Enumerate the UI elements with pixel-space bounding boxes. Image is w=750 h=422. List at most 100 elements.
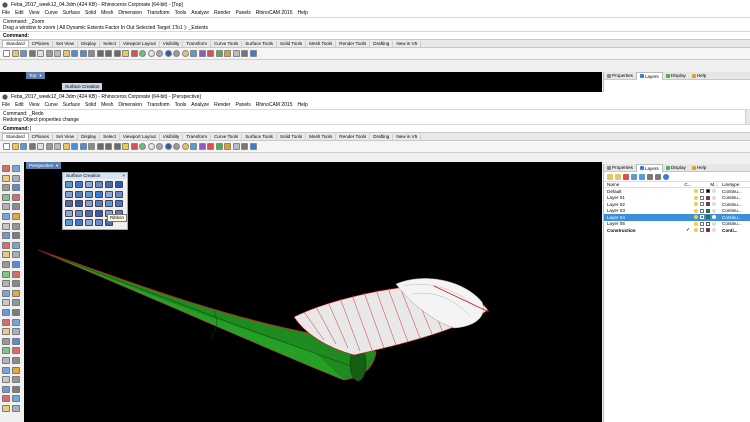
- properties-icon[interactable]: [190, 143, 197, 150]
- zoom-extents-icon[interactable]: [105, 143, 112, 150]
- tab-drafting[interactable]: Drafting: [370, 134, 394, 140]
- layer-linetype[interactable]: Conti...: [722, 228, 746, 233]
- command-prompt[interactable]: Command: |: [0, 125, 750, 133]
- palette-tool-icon[interactable]: [2, 261, 10, 268]
- tab-render-tools[interactable]: Render Tools: [336, 41, 371, 47]
- menu-edit[interactable]: Edit: [15, 102, 24, 108]
- rhino-app-icon[interactable]: [2, 1, 8, 8]
- menu-help[interactable]: Help: [297, 102, 307, 108]
- layer-row[interactable]: Layer 03 Continu...: [604, 208, 750, 215]
- menu-surface[interactable]: Surface: [63, 10, 80, 16]
- light-bulb-icon[interactable]: [694, 202, 698, 207]
- palette-tool-icon[interactable]: [2, 241, 10, 249]
- menu-rhinocam[interactable]: RhinoCAM 2015: [256, 10, 293, 16]
- shade-icon[interactable]: [139, 143, 146, 150]
- palette-tool-icon[interactable]: [12, 261, 20, 268]
- tab-curve-tools[interactable]: Curve Tools: [211, 41, 243, 47]
- palette-tool-icon[interactable]: [12, 376, 20, 384]
- new-layer-icon[interactable]: [607, 173, 613, 180]
- lock-icon[interactable]: [700, 208, 704, 213]
- cut-icon[interactable]: [37, 50, 44, 57]
- surface-tool-icon[interactable]: [85, 209, 93, 217]
- light-bulb-icon[interactable]: [694, 215, 698, 220]
- light-bulb-icon[interactable]: [694, 228, 698, 233]
- surface-tool-icon[interactable]: [75, 190, 83, 198]
- palette-tool-icon[interactable]: [12, 347, 20, 355]
- menu-render[interactable]: Render: [214, 102, 230, 108]
- lock-icon[interactable]: [700, 189, 704, 194]
- surface-tool-icon[interactable]: [105, 190, 113, 198]
- tab-display-panel[interactable]: Display: [663, 164, 689, 171]
- menu-mesh[interactable]: Mesh: [101, 10, 113, 16]
- palette-tool-icon[interactable]: [2, 318, 10, 326]
- menu-file[interactable]: File: [2, 10, 10, 16]
- surface-tool-icon[interactable]: [115, 200, 123, 207]
- layer-color-swatch[interactable]: [706, 228, 710, 233]
- ortho-icon[interactable]: [130, 50, 138, 57]
- layer-name[interactable]: Layer 01: [604, 195, 682, 200]
- light-bulb-icon[interactable]: [694, 195, 698, 200]
- material-icon[interactable]: [712, 189, 716, 194]
- tab-display-panel[interactable]: Display: [663, 72, 689, 79]
- tab-select[interactable]: Select: [100, 41, 120, 47]
- perspective-viewport[interactable]: Perspective ▾ Surface Creation × Ribbon: [24, 162, 602, 422]
- zoom-icon[interactable]: [88, 143, 95, 150]
- move-down-icon[interactable]: [639, 173, 645, 180]
- zoom-selected-icon[interactable]: [113, 50, 121, 57]
- ghosted-icon[interactable]: [156, 50, 163, 57]
- menu-file[interactable]: File: [2, 102, 10, 108]
- tab-select[interactable]: Select: [100, 134, 120, 140]
- palette-tool-icon[interactable]: [2, 366, 10, 374]
- surface-tool-icon[interactable]: [95, 181, 103, 188]
- layer-name[interactable]: Layer 02: [604, 202, 682, 207]
- material-icon[interactable]: [712, 221, 716, 226]
- help-icon[interactable]: [249, 50, 257, 57]
- palette-tool-icon[interactable]: [12, 299, 20, 307]
- menu-help[interactable]: Help: [297, 10, 307, 16]
- palette-tool-icon[interactable]: [2, 165, 10, 172]
- menu-rhinocam[interactable]: RhinoCAM 2015: [256, 102, 293, 108]
- layer-linetype[interactable]: Continu...: [722, 215, 746, 220]
- pan-icon[interactable]: [71, 143, 78, 150]
- layer-name[interactable]: Construction: [604, 228, 682, 233]
- lock-icon[interactable]: [700, 195, 704, 200]
- open-icon[interactable]: [11, 50, 19, 57]
- zoom-window-icon[interactable]: [96, 50, 104, 57]
- surface-creation-float-tab[interactable]: Surface Creation: [62, 83, 103, 90]
- layer-color-swatch[interactable]: [706, 202, 710, 207]
- render-icon[interactable]: [164, 143, 172, 150]
- light-icon[interactable]: [173, 143, 180, 150]
- layer-row[interactable]: Construction ✓ Conti...: [604, 227, 750, 234]
- new-file-icon[interactable]: [3, 50, 10, 57]
- palette-tool-icon[interactable]: [2, 280, 10, 288]
- col-material[interactable]: M...: [694, 182, 722, 187]
- light-bulb-icon[interactable]: [694, 208, 698, 213]
- col-current[interactable]: C...: [682, 182, 694, 187]
- tab-transform[interactable]: Transform: [183, 41, 212, 47]
- tab-set-view[interactable]: Set View: [53, 41, 79, 47]
- lock-icon[interactable]: [700, 221, 704, 226]
- palette-tool-icon[interactable]: [12, 337, 20, 345]
- pan-icon[interactable]: [71, 50, 78, 57]
- menu-analyze[interactable]: Analyze: [191, 10, 209, 16]
- tab-standard[interactable]: Standard: [2, 40, 29, 47]
- palette-tool-icon[interactable]: [12, 405, 20, 412]
- palette-tool-icon[interactable]: [12, 385, 20, 393]
- surface-tool-icon[interactable]: [85, 219, 93, 226]
- delete-layer-icon[interactable]: [623, 173, 629, 180]
- palette-tool-icon[interactable]: [12, 232, 20, 240]
- palette-tool-icon[interactable]: [12, 165, 20, 172]
- surface-tool-icon[interactable]: [105, 200, 113, 207]
- tab-properties[interactable]: Properties: [604, 72, 636, 79]
- layer-current-check[interactable]: ✓: [682, 227, 694, 233]
- palette-tool-icon[interactable]: [2, 184, 10, 192]
- material-icon[interactable]: [712, 208, 716, 213]
- menu-edit[interactable]: Edit: [15, 10, 24, 16]
- menu-tools[interactable]: Tools: [175, 102, 187, 108]
- surface-tool-icon[interactable]: [65, 190, 73, 198]
- surface-tool-icon[interactable]: [65, 219, 73, 226]
- palette-tool-icon[interactable]: [2, 328, 10, 336]
- palette-tool-icon[interactable]: [12, 222, 20, 230]
- layer-linetype[interactable]: Continu...: [722, 221, 746, 226]
- palette-tool-icon[interactable]: [2, 203, 10, 211]
